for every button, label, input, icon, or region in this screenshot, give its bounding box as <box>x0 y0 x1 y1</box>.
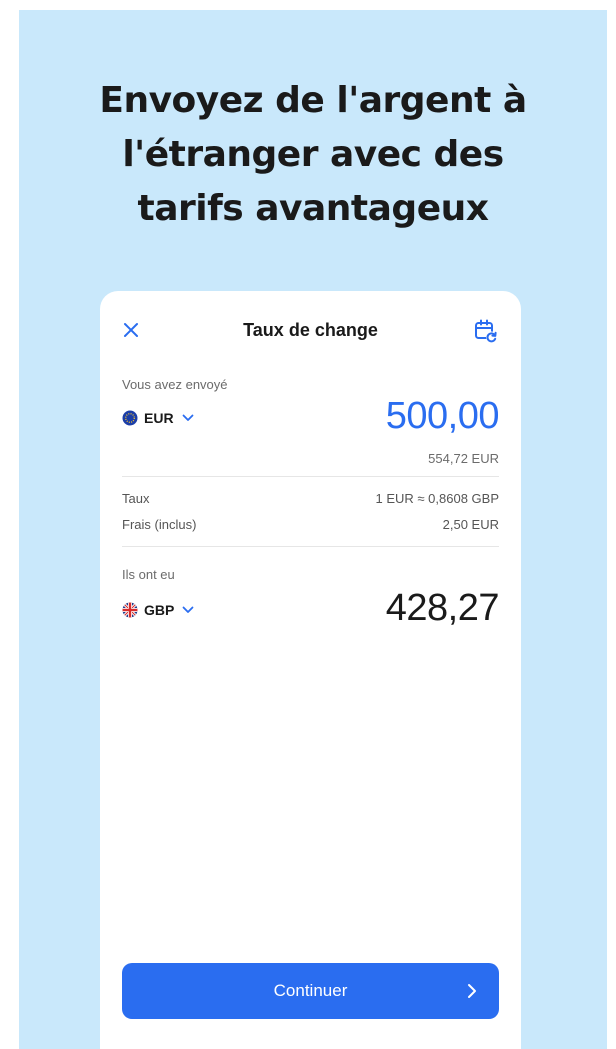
exchange-screen: Taux de change Vous avez envoyé EUR 500,… <box>100 291 521 1049</box>
headline-line-3: tarifs avantageux <box>137 188 489 229</box>
sent-label: Vous avez envoyé <box>122 377 228 392</box>
uk-flag-icon <box>122 602 138 618</box>
rate-label: Taux <box>122 491 150 506</box>
received-amount[interactable]: 428,27 <box>386 587 500 630</box>
continue-button[interactable]: Continuer <box>122 963 499 1019</box>
headline-line-2: l'étranger avec des <box>122 134 504 175</box>
sent-currency-code: EUR <box>144 410 174 426</box>
screen-title: Taux de change <box>243 320 378 340</box>
rate-value: 1 EUR ≈ 0,8608 GBP <box>375 491 499 506</box>
headline-line-1: Envoyez de l'argent à <box>99 80 527 121</box>
sent-currency-select[interactable]: EUR <box>122 410 194 426</box>
divider <box>122 476 499 477</box>
promo-background: Envoyez de l'argent à l'étranger avec de… <box>19 10 607 1049</box>
received-currency-select[interactable]: GBP <box>122 602 194 618</box>
continue-button-label: Continuer <box>273 981 348 1000</box>
fee-value: 2,50 EUR <box>442 517 499 532</box>
screen-header: Taux de change <box>100 291 521 371</box>
chevron-right-icon <box>468 984 476 998</box>
calendar-refresh-icon[interactable] <box>473 318 499 344</box>
promo-headline: Envoyez de l'argent à l'étranger avec de… <box>19 74 607 236</box>
received-currency-code: GBP <box>144 602 175 618</box>
chevron-down-icon <box>182 414 193 421</box>
eu-flag-icon <box>122 410 138 426</box>
divider <box>122 546 499 547</box>
fee-label: Frais (inclus) <box>122 517 197 532</box>
sent-amount[interactable]: 500,00 <box>386 395 500 438</box>
chevron-down-icon <box>182 606 194 613</box>
sent-total: 554,72 EUR <box>428 451 499 466</box>
received-label: Ils ont eu <box>122 567 175 582</box>
